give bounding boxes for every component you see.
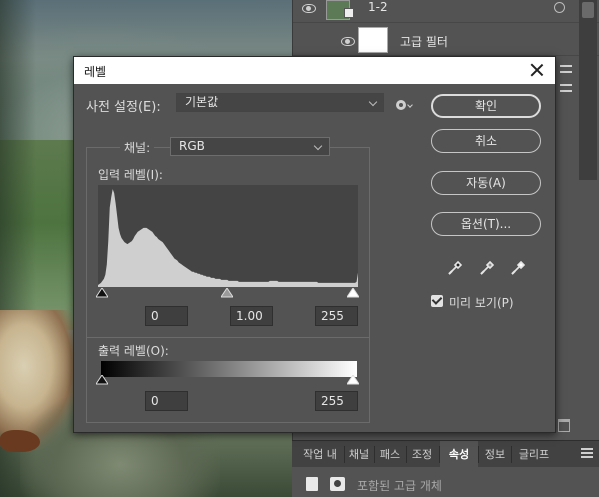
output-white-field[interactable]: 255 (315, 391, 358, 411)
input-gamma-field[interactable]: 1.00 (230, 306, 273, 326)
preset-dropdown[interactable]: 기본값 (176, 93, 384, 112)
gear-icon[interactable] (396, 100, 406, 110)
blend-options-icon[interactable] (560, 65, 572, 73)
channel-value: RGB (179, 139, 205, 153)
divider (87, 337, 370, 338)
gear-dropdown-chevron-icon[interactable] (407, 102, 413, 108)
output-levels-label: 출력 레벨(O): (98, 344, 169, 358)
tab-adjustments[interactable]: 조정 (407, 441, 437, 468)
input-white-field[interactable]: 255 (315, 306, 358, 326)
preset-label: 사전 설정(E): (86, 100, 161, 115)
document-icon (306, 477, 318, 491)
black-eyedropper-icon[interactable] (447, 260, 463, 276)
levels-dialog: 레벨 사전 설정(E): 기본값 채널: RGB 입력 레벨(I): 0 1.0… (73, 56, 556, 433)
trash-icon[interactable] (558, 419, 570, 432)
filter-link-icon[interactable] (554, 2, 565, 13)
histogram-chart (98, 189, 358, 287)
histogram (98, 185, 358, 287)
input-gamma-slider[interactable] (221, 288, 233, 298)
preview-label[interactable]: 미리 보기(P) (449, 294, 514, 311)
channel-label: 채널: (120, 139, 155, 156)
preset-value: 기본값 (185, 95, 219, 109)
ok-button[interactable]: 확인 (431, 94, 541, 118)
smart-filter-mask-thumbnail[interactable] (358, 27, 388, 53)
cancel-button[interactable]: 취소 (431, 129, 541, 153)
dialog-titlebar[interactable]: 레벨 (74, 57, 555, 84)
input-white-point-slider[interactable] (347, 288, 359, 298)
layer-name[interactable]: 1-2 (368, 0, 388, 14)
properties-type-label: 포함된 고급 개체 (357, 479, 442, 493)
output-white-slider[interactable] (347, 375, 359, 385)
white-eyedropper-icon[interactable] (510, 260, 526, 276)
tab-info[interactable]: 정보 (479, 441, 511, 468)
tab-channels[interactable]: 채널 (344, 441, 374, 468)
blend-options-icon[interactable] (560, 84, 572, 92)
input-levels-label: 입력 레벨(I): (98, 168, 163, 182)
tab-history[interactable]: 작업 내 (298, 441, 342, 468)
output-black-slider[interactable] (96, 375, 108, 385)
chevron-down-icon (368, 97, 378, 107)
mask-icon[interactable] (330, 477, 345, 491)
chevron-down-icon (313, 141, 323, 151)
tab-glyphs[interactable]: 글리프 (512, 441, 556, 468)
tab-paths[interactable]: 패스 (375, 441, 405, 468)
panel-tabs: 작업 내 채널 패스 조정 속성 정보 글리프 (292, 440, 599, 468)
auto-button[interactable]: 자동(A) (431, 171, 541, 195)
layers-scrollbar[interactable] (579, 0, 597, 180)
scrollbar-thumb[interactable] (582, 2, 594, 18)
visibility-eye-icon[interactable] (302, 4, 316, 13)
output-gradient (101, 361, 357, 377)
options-button[interactable]: 옵션(T)... (431, 212, 541, 236)
channel-dropdown[interactable]: RGB (170, 137, 330, 156)
histogram-area (98, 189, 358, 287)
output-black-field[interactable]: 0 (145, 391, 188, 411)
smart-filter-label[interactable]: 고급 필터 (400, 33, 448, 50)
gray-eyedropper-icon[interactable] (479, 260, 495, 276)
input-black-point-slider[interactable] (96, 288, 108, 298)
smart-object-badge-icon (344, 8, 354, 18)
preview-checkbox[interactable] (431, 295, 443, 307)
dialog-title: 레벨 (84, 65, 107, 79)
panel-menu-icon[interactable] (581, 448, 593, 458)
input-black-field[interactable]: 0 (145, 306, 188, 326)
close-icon[interactable] (528, 61, 546, 79)
tab-properties[interactable]: 속성 (440, 441, 478, 468)
filter-visibility-eye-icon[interactable] (341, 37, 355, 46)
